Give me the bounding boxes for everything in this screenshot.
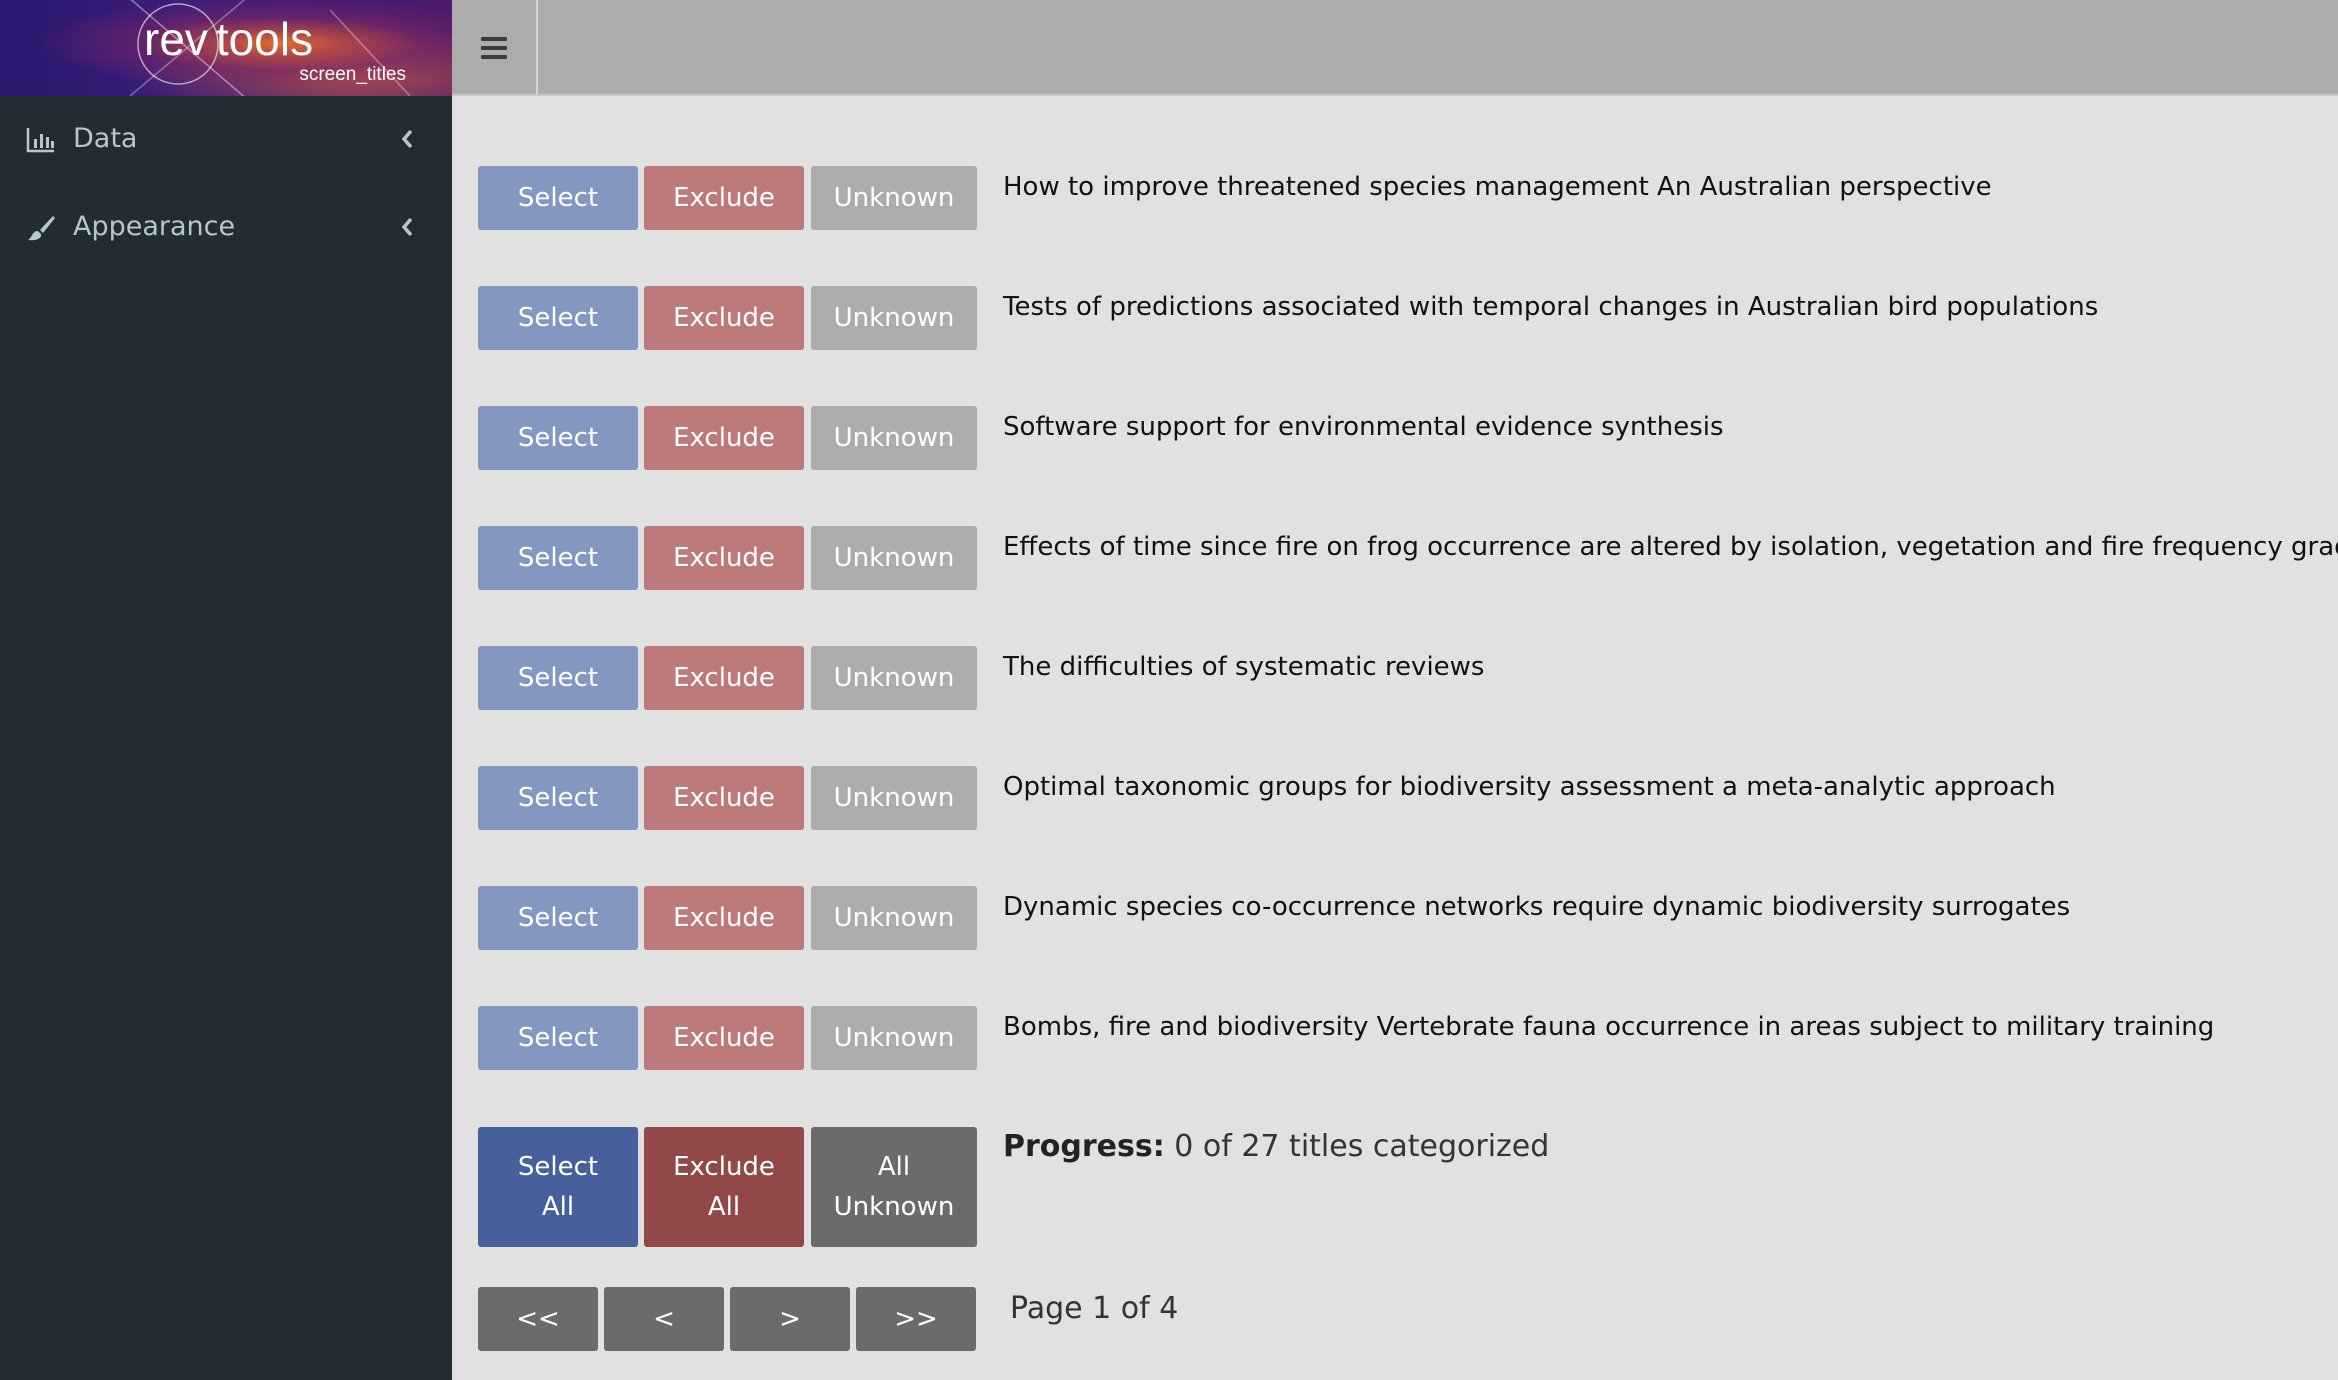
sidebar: Data Appearance bbox=[0, 96, 452, 1380]
select-all-button[interactable]: Select All bbox=[478, 1127, 638, 1247]
article-title: Dynamic species co-occurrence networks r… bbox=[1003, 892, 2071, 922]
article-title: Optimal taxonomic groups for biodiversit… bbox=[1003, 772, 2056, 802]
exclude-button[interactable]: Exclude bbox=[644, 646, 804, 710]
button-label-line: All bbox=[541, 1192, 575, 1222]
select-button[interactable]: Select bbox=[478, 286, 638, 350]
title-row: Select Exclude Unknown Bombs, fire and b… bbox=[478, 1006, 2328, 1072]
bulk-actions-row: Select All Exclude All All Unknown Progress… bbox=[478, 1127, 2328, 1247]
unknown-button[interactable]: Unknown bbox=[811, 526, 977, 590]
article-title: Software support for environmental evide… bbox=[1003, 412, 1724, 442]
unknown-button[interactable]: Unknown bbox=[811, 646, 977, 710]
progress-label: Progress: bbox=[1003, 1129, 1165, 1164]
select-button[interactable]: Select bbox=[478, 646, 638, 710]
unknown-button[interactable]: Unknown bbox=[811, 886, 977, 950]
exclude-button[interactable]: Exclude bbox=[644, 166, 804, 230]
title-row: Select Exclude Unknown Effects of time s… bbox=[478, 526, 2338, 592]
progress-status: Progress: 0 of 27 titles categorized bbox=[1003, 1129, 1549, 1164]
app-logo: rev tools screen_titles bbox=[0, 0, 452, 96]
button-label-line: All bbox=[877, 1152, 911, 1182]
article-title: Effects of time since fire on frog occur… bbox=[1003, 532, 2338, 562]
previous-page-button[interactable]: < bbox=[604, 1287, 724, 1351]
article-title: Tests of predictions associated with tem… bbox=[1003, 292, 2099, 322]
title-row: Select Exclude Unknown The difficulties … bbox=[478, 646, 2328, 712]
unknown-button[interactable]: Unknown bbox=[811, 766, 977, 830]
button-label-line: Unknown bbox=[833, 1192, 955, 1222]
exclude-button[interactable]: Exclude bbox=[644, 406, 804, 470]
button-label-line: Select bbox=[517, 1152, 599, 1182]
sidebar-item-data[interactable]: Data bbox=[0, 104, 452, 176]
hamburger-icon bbox=[481, 37, 507, 64]
exclude-button[interactable]: Exclude bbox=[644, 526, 804, 590]
next-page-button[interactable]: > bbox=[730, 1287, 850, 1351]
button-label-line: Exclude bbox=[673, 1152, 775, 1182]
pagination: << < > >> Page 1 of 4 bbox=[478, 1287, 2328, 1351]
sidebar-item-label: Appearance bbox=[73, 211, 236, 242]
unknown-button[interactable]: Unknown bbox=[811, 286, 977, 350]
logo-word-tools: tools bbox=[215, 13, 314, 65]
title-row: Select Exclude Unknown Tests of predicti… bbox=[478, 286, 2328, 352]
logo-word-rev: rev bbox=[144, 13, 208, 65]
title-row: Select Exclude Unknown How to improve th… bbox=[478, 166, 2328, 232]
page-indicator: Page 1 of 4 bbox=[1010, 1291, 1179, 1326]
select-button[interactable]: Select bbox=[478, 166, 638, 230]
unknown-button[interactable]: Unknown bbox=[811, 166, 977, 230]
article-title: The difficulties of systematic reviews bbox=[1003, 652, 1485, 682]
chevron-left-icon bbox=[401, 129, 413, 149]
last-page-button[interactable]: >> bbox=[856, 1287, 976, 1351]
top-header-bar bbox=[452, 0, 2338, 96]
article-title: How to improve threatened species manage… bbox=[1003, 172, 1992, 202]
exclude-all-button[interactable]: Exclude All bbox=[644, 1127, 804, 1247]
main-content: Select Exclude Unknown How to improve th… bbox=[452, 96, 2338, 1380]
title-row: Select Exclude Unknown Software support … bbox=[478, 406, 2328, 472]
exclude-button[interactable]: Exclude bbox=[644, 1006, 804, 1070]
unknown-button[interactable]: Unknown bbox=[811, 1006, 977, 1070]
chevron-left-icon bbox=[401, 217, 413, 237]
select-button[interactable]: Select bbox=[478, 406, 638, 470]
logo-subtitle: screen_titles bbox=[299, 64, 406, 85]
select-button[interactable]: Select bbox=[478, 526, 638, 590]
paintbrush-icon bbox=[28, 216, 55, 241]
title-row: Select Exclude Unknown Optimal taxonomic… bbox=[478, 766, 2328, 832]
sidebar-item-appearance[interactable]: Appearance bbox=[0, 192, 452, 264]
exclude-button[interactable]: Exclude bbox=[644, 766, 804, 830]
button-label-line: All bbox=[707, 1192, 741, 1222]
select-button[interactable]: Select bbox=[478, 1006, 638, 1070]
unknown-button[interactable]: Unknown bbox=[811, 406, 977, 470]
exclude-button[interactable]: Exclude bbox=[644, 886, 804, 950]
select-button[interactable]: Select bbox=[478, 766, 638, 830]
article-title: Bombs, fire and biodiversity Vertebrate … bbox=[1003, 1012, 2215, 1042]
first-page-button[interactable]: << bbox=[478, 1287, 598, 1351]
title-row: Select Exclude Unknown Dynamic species c… bbox=[478, 886, 2328, 952]
bar-chart-icon bbox=[26, 128, 54, 153]
all-unknown-button[interactable]: All Unknown bbox=[811, 1127, 977, 1247]
select-button[interactable]: Select bbox=[478, 886, 638, 950]
sidebar-toggle-button[interactable] bbox=[452, 0, 538, 96]
exclude-button[interactable]: Exclude bbox=[644, 286, 804, 350]
sidebar-item-label: Data bbox=[73, 123, 138, 154]
logo-wordmark: rev tools bbox=[144, 12, 321, 66]
progress-text: 0 of 27 titles categorized bbox=[1174, 1129, 1550, 1164]
